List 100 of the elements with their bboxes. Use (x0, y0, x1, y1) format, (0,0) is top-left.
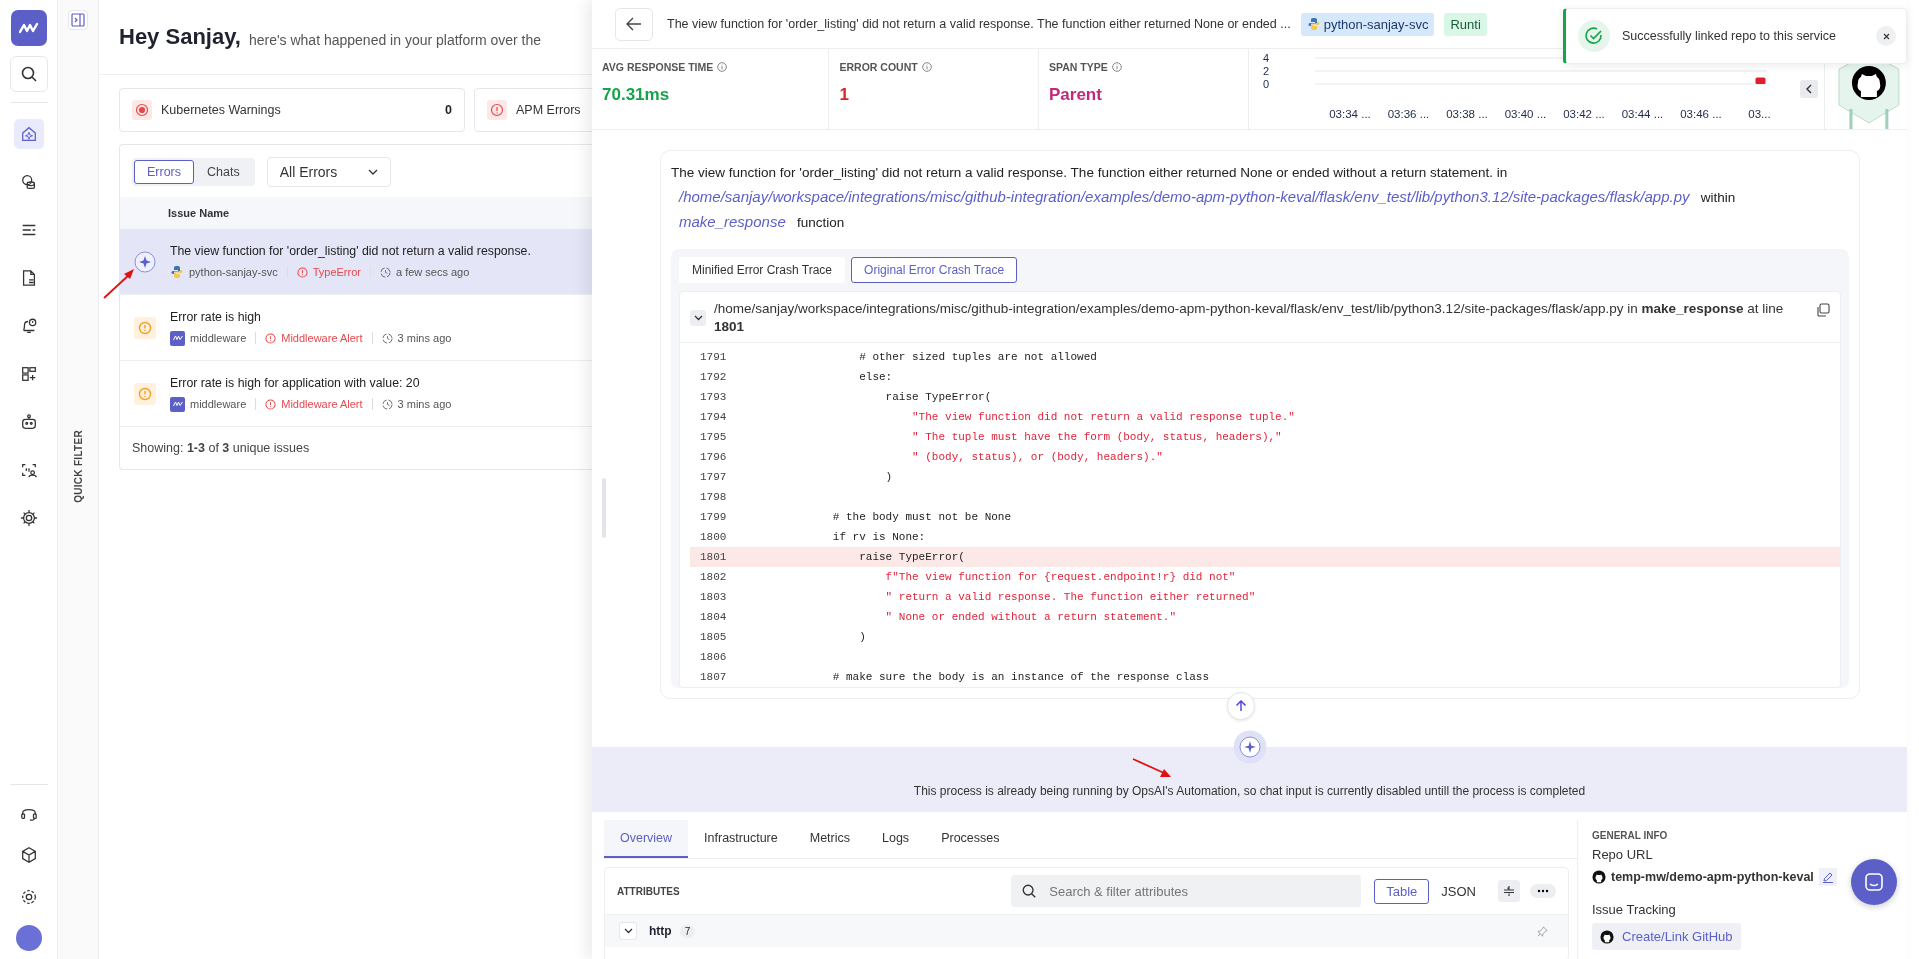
x-tick-label: 03:42 ... (1562, 108, 1605, 120)
search-button[interactable] (9, 56, 48, 92)
panel-toggle-icon (71, 13, 85, 27)
detail-tab[interactable]: Infrastructure (688, 820, 794, 858)
service-tag: python-sanjay-svc (1300, 12, 1435, 36)
function-link[interactable]: make_response (679, 213, 786, 230)
home-icon (19, 124, 38, 144)
error-message: The view function for 'order_listing' did not return a valid response. The function either returned None or ended without a return statement. in /home/sanjay/workspace/integrations/misc/github-integration/examples/demo-apm-python-keval/flask/env_test/lib/python3.12/site-packages/flask/app.py within make_response function (671, 164, 1737, 232)
repo-url[interactable]: temp-mw/demo-apm-python-keval (1611, 870, 1814, 884)
code-text: ) (858, 631, 866, 643)
view-toggle[interactable]: Table (1374, 878, 1430, 904)
code-text: else: (858, 371, 893, 383)
create-link-github-button[interactable]: Create/Link GitHub (1592, 923, 1741, 950)
home-nav-button[interactable] (13, 119, 44, 149)
scroll-up-button[interactable] (1227, 692, 1255, 720)
search-icon (19, 65, 38, 83)
wave-logo-icon (170, 330, 185, 346)
code-text: " (body, status), or (body, headers)." (911, 451, 1163, 463)
python-icon (1306, 17, 1321, 31)
info-icon (921, 62, 932, 72)
issue-row[interactable]: The view function for 'order_listing' did not return a valid response. python-sanjay-svc TypeError a few secs ago (120, 229, 592, 295)
detail-tab[interactable]: Logs (866, 820, 926, 858)
issue-tab[interactable]: Errors (134, 160, 195, 184)
search-icon (1021, 883, 1038, 899)
filter-button[interactable] (1498, 880, 1520, 902)
trace-tab[interactable]: Minified Error Crash Trace (679, 257, 846, 283)
chat-icon (1864, 872, 1884, 892)
close-button[interactable] (1876, 26, 1896, 46)
metric-label: ERROR COUNT (839, 61, 918, 73)
panel-toggle-button[interactable] (68, 10, 88, 30)
summary-card-label: Kubernetes Warnings (161, 103, 282, 117)
settings-icon (19, 888, 38, 906)
repo-url-label: Repo URL (1592, 847, 1654, 862)
issue-tracking-label: Issue Tracking (1592, 902, 1677, 917)
chevron-down-icon (693, 315, 703, 321)
chart-bar[interactable] (1755, 77, 1766, 84)
edit-button[interactable] (1818, 868, 1837, 886)
error-filter-dropdown[interactable]: All Errors (266, 157, 391, 187)
x-tick-label: 03... (1747, 108, 1771, 120)
quick-filter-label[interactable]: QUICK FILTER (72, 430, 84, 503)
service-name: python-sanjay-svc (189, 266, 278, 278)
x-tick-label: 03:40 ... (1504, 108, 1546, 120)
summary-card-count: 0 (445, 103, 452, 117)
avatar[interactable] (15, 925, 42, 951)
line-number: 1805 (699, 631, 728, 643)
line-number: 1801 (699, 551, 728, 563)
summary-card[interactable]: Kubernetes Warnings 0 (119, 88, 465, 132)
code-text: # make sure the body is an instance of the response class (831, 671, 1210, 683)
y-tick-label: 0 (1262, 78, 1269, 90)
runtime-tag: Runti (1444, 12, 1487, 36)
summary-card[interactable]: APM Errors (474, 88, 592, 132)
column-header: Issue Name (168, 207, 230, 219)
attribute-search-field[interactable]: Search & filter attributes (1011, 875, 1362, 907)
collapse-button[interactable] (690, 310, 706, 326)
collapse-button[interactable] (1800, 80, 1819, 98)
line-number: 1792 (699, 371, 728, 383)
alert-icon (134, 316, 156, 339)
issue-tab[interactable]: Chats (194, 160, 253, 184)
line-number: 1793 (699, 391, 728, 403)
expand-button[interactable] (619, 922, 637, 940)
view-toggle[interactable]: JSON (1429, 878, 1488, 904)
line-number: 1799 (699, 511, 728, 523)
logo-icon[interactable] (10, 10, 47, 46)
arrow-up-icon (1235, 700, 1247, 712)
drawer-title: The view function for 'order_listing' did not return a valid response. The function either returned None or ended ... (667, 17, 1291, 31)
line-number: 1806 (699, 651, 728, 663)
x-tick-label: 03:46 ... (1679, 108, 1722, 120)
code-text: raise TypeError( (858, 551, 965, 563)
detail-tab[interactable]: Processes (925, 820, 1016, 858)
line-number: 1794 (699, 411, 728, 423)
filter-icon (1503, 885, 1515, 897)
close-icon (1882, 32, 1890, 40)
issues-count: Showing: 1-3 of 3 unique issues (132, 441, 310, 455)
error-icon (296, 266, 308, 278)
clock-icon (381, 398, 393, 410)
trace-tab[interactable]: Original Error Crash Trace (851, 257, 1018, 283)
info-icon (717, 62, 728, 72)
metric-label: SPAN TYPE (1049, 61, 1108, 73)
issue-title: The view function for 'order_listing' did not return a valid response. (170, 244, 531, 258)
annotation-arrow (1132, 757, 1172, 779)
greeting-title: Hey Sanjay, (119, 24, 241, 50)
back-button[interactable] (615, 7, 653, 41)
chevron-left-icon (1805, 84, 1814, 94)
error-type: Middleware Alert (281, 398, 363, 410)
detail-tab[interactable]: Overview (604, 820, 689, 858)
wave-logo-icon (170, 396, 185, 412)
line-number: 1800 (699, 531, 728, 543)
code-text: " None or ended without a return statement." (884, 611, 1177, 623)
more-button[interactable] (1530, 884, 1556, 898)
python-icon (170, 265, 184, 279)
line-number: 1798 (699, 491, 728, 503)
detail-tab[interactable]: Metrics (793, 820, 866, 858)
copy-icon[interactable] (1816, 303, 1830, 317)
robot-icon (19, 412, 38, 432)
service-name: middleware (190, 332, 247, 344)
more-icon (1537, 889, 1549, 893)
metric-value: Parent (1049, 85, 1103, 105)
x-tick-label: 03:44 ... (1621, 108, 1663, 120)
x-tick-label: 03:36 ... (1387, 108, 1429, 120)
file-link[interactable]: /home/sanjay/workspace/integrations/misc/github-integration/examples/demo-apm-python-keval/flask/env_test/lib/python3.12/site-packages/flask/app.py (679, 188, 1690, 205)
